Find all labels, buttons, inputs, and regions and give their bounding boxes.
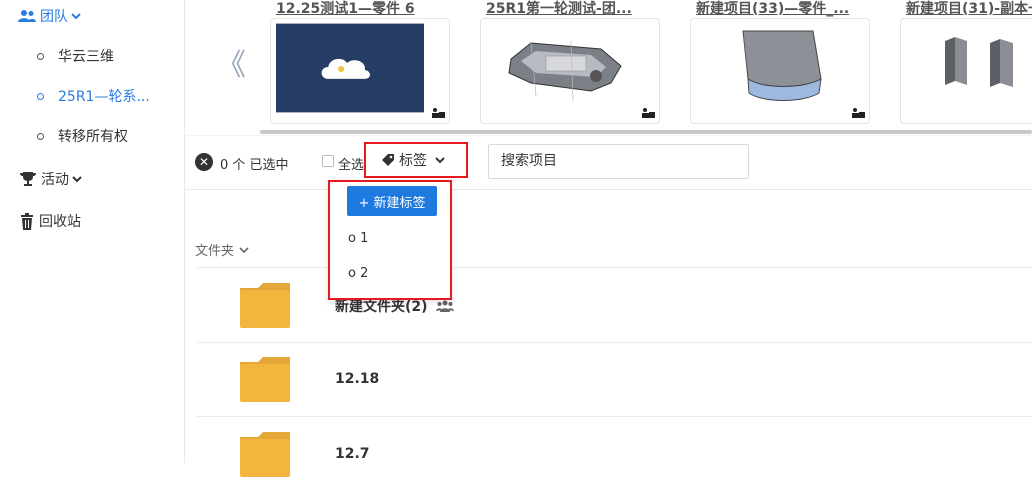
project-card-title[interactable]: 25R1第一轮测试-团...	[486, 0, 676, 18]
shared-project-icon	[642, 108, 655, 118]
project-card-box[interactable]	[480, 18, 660, 124]
selected-count: 0 个 已选中	[220, 158, 289, 173]
divider	[196, 267, 1032, 268]
cloud-placeholder-icon	[276, 23, 424, 113]
shared-project-icon	[852, 108, 865, 118]
select-all-checkbox[interactable]	[322, 155, 334, 167]
project-card-title[interactable]: 新建项目(33)—零件_...	[696, 0, 886, 18]
sidebar-item-team[interactable]: 团队	[18, 6, 86, 26]
divider	[186, 189, 1032, 190]
tag-option-label: 2	[360, 266, 369, 281]
project-card-box[interactable]	[270, 18, 450, 124]
project-card[interactable]: 25R1第一轮测试-团...	[470, 0, 670, 126]
curved-sheet-model-image	[742, 30, 822, 101]
shared-team-icon	[435, 300, 454, 312]
trash-icon	[21, 212, 33, 230]
select-all-label[interactable]: 全选	[338, 154, 364, 173]
project-card[interactable]: 新建项目(33)—零件_...	[680, 0, 880, 126]
folder-row-name[interactable]: 12.7	[335, 446, 370, 462]
folder-section-label: 文件夹	[195, 244, 235, 259]
sidebar: 团队 华云三维 25R1—轮系... 转移所有权 活动 回收站	[0, 0, 185, 463]
bullet-icon	[37, 132, 44, 140]
tag-option[interactable]: o 1	[348, 231, 368, 246]
sidebar-item-recycle-label: 回收站	[39, 214, 81, 230]
bracket-parts-model-image	[945, 37, 1013, 87]
tag-icon	[382, 154, 394, 166]
clear-selection-button[interactable]: ✕	[195, 153, 213, 171]
sidebar-item-team-label: 团队	[40, 9, 68, 25]
trophy-icon	[20, 172, 36, 186]
divider	[196, 342, 1032, 343]
tag-option[interactable]: o 2	[348, 266, 368, 281]
sidebar-subitem-transfer[interactable]: 转移所有权	[37, 126, 128, 146]
chevron-down-icon	[72, 176, 82, 183]
sidebar-subitem-label: 转移所有权	[58, 129, 128, 145]
project-card-box[interactable]	[900, 18, 1032, 124]
folder-name-label: 12.18	[335, 371, 380, 387]
chevron-down-icon	[435, 157, 445, 164]
divider	[196, 416, 1032, 417]
tag-option-label: 1	[360, 231, 369, 246]
project-card-title[interactable]: 新建项目(31)-副本一...	[906, 0, 1032, 18]
folder-section-header[interactable]: 文件夹	[195, 240, 250, 259]
project-card[interactable]: 12.25测试1—零件 6	[260, 0, 460, 126]
folder-icon[interactable]	[238, 356, 292, 402]
sidebar-item-recycle[interactable]: 回收站	[19, 211, 81, 231]
project-card-box[interactable]	[690, 18, 870, 124]
new-tag-button[interactable]: + 新建标签	[347, 186, 437, 216]
tag-dropdown: + 新建标签 o 1 o 2	[328, 180, 452, 300]
chevron-down-icon	[71, 13, 81, 20]
carousel-prev-icon[interactable]: 《	[216, 40, 246, 84]
mechanical-part-model-image	[508, 40, 622, 102]
sidebar-item-activity[interactable]: 活动	[19, 169, 87, 189]
folder-icon[interactable]	[238, 431, 292, 477]
divider	[186, 135, 1032, 136]
shared-project-icon	[432, 108, 445, 118]
sidebar-item-activity-label: 活动	[41, 172, 69, 188]
tag-button-label: 标签	[399, 153, 427, 169]
team-icon	[18, 10, 36, 22]
bullet-icon	[37, 92, 44, 100]
sidebar-subitem-25r1[interactable]: 25R1—轮系...	[37, 86, 150, 106]
chevron-down-icon	[239, 246, 249, 253]
project-card[interactable]: 新建项目(31)-副本一...	[890, 0, 1032, 126]
sidebar-subitem-huayun[interactable]: 华云三维	[37, 46, 114, 66]
sidebar-subitem-label: 25R1—轮系...	[58, 89, 150, 105]
tag-button[interactable]: 标签	[364, 142, 468, 178]
folder-name-label: 12.7	[335, 446, 370, 462]
folder-row-name[interactable]: 12.18	[335, 371, 379, 387]
folder-icon[interactable]	[238, 282, 292, 328]
search-input[interactable]: 搜索项目	[488, 144, 749, 179]
carousel-scrollbar[interactable]	[260, 130, 1032, 134]
project-card-title[interactable]: 12.25测试1—零件 6	[276, 0, 466, 18]
bullet-icon	[37, 52, 44, 60]
sidebar-subitem-label: 华云三维	[58, 49, 114, 65]
main-panel: 《 12.25测试1—零件 6 25R1第一轮测试-团... 新建项目(33)—…	[186, 0, 1032, 477]
